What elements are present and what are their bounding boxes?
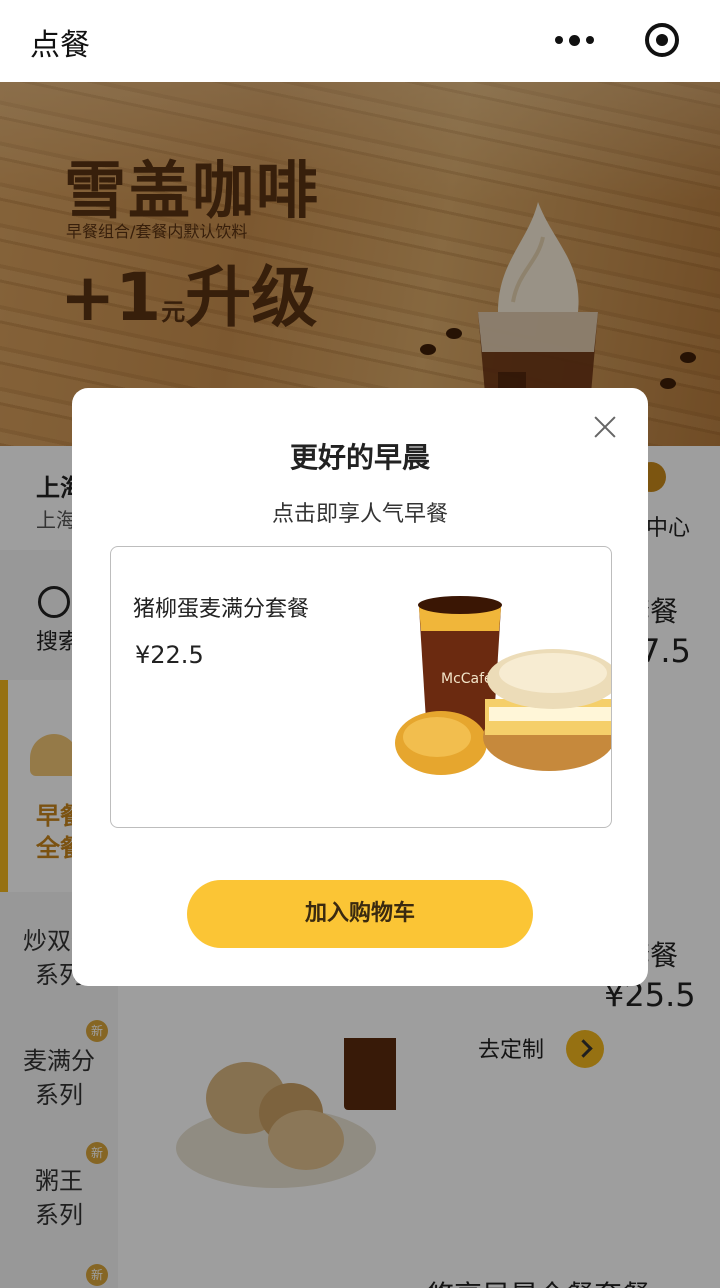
muffin-combo-image: McCafé	[395, 596, 611, 775]
product-name: 猪柳蛋麦满分套餐	[133, 597, 310, 622]
more-dots-icon[interactable]	[552, 24, 596, 56]
dialog-subtitle: 点击即享人气早餐	[271, 502, 448, 527]
target-circle-icon[interactable]	[645, 23, 679, 57]
dialog-title: 更好的早晨	[289, 441, 430, 474]
top-nav-bar: 点餐	[0, 0, 720, 82]
product-card[interactable]: 猪柳蛋麦满分套餐 ¥22.5 McCafé	[110, 546, 612, 828]
breakfast-recommend-dialog: 更好的早晨 点击即享人气早餐 猪柳蛋麦满分套餐 ¥22.5 McCafé 加入购…	[72, 388, 648, 986]
page-title: 点餐	[30, 28, 90, 63]
product-price: ¥22.5	[135, 641, 204, 669]
cup-brand: McCafé	[441, 671, 493, 687]
dot	[554, 36, 563, 44]
dot	[568, 34, 580, 46]
add-to-cart-button[interactable]: 加入购物车	[187, 880, 533, 948]
dot	[585, 36, 594, 44]
